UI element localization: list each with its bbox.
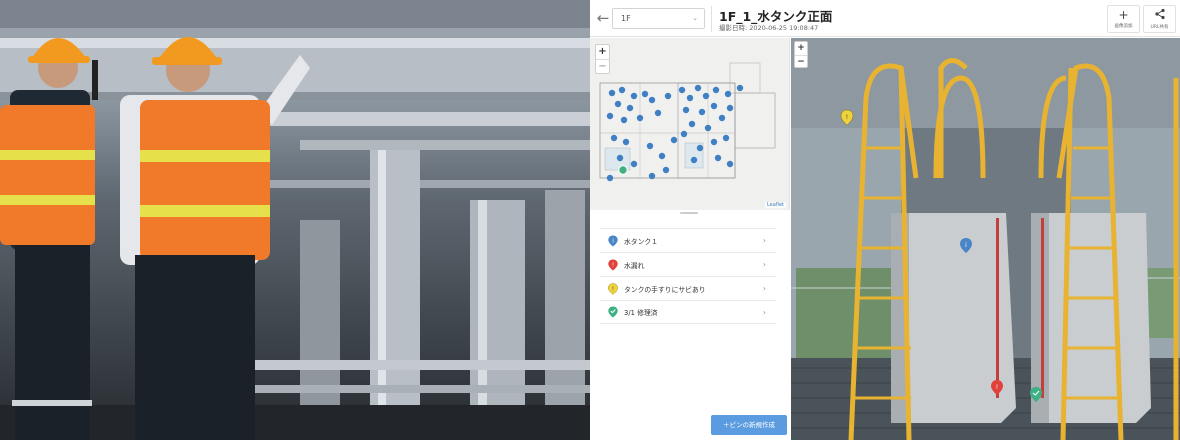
map-pin-marker[interactable] xyxy=(698,108,706,116)
map-pin-marker[interactable] xyxy=(680,130,688,138)
add-image-label: 画像追加 xyxy=(1114,24,1133,29)
map-pin-marker[interactable] xyxy=(630,92,638,100)
share-url-label: URL共有 xyxy=(1150,25,1169,30)
map-pin-marker[interactable] xyxy=(664,92,672,100)
panorama-zoom-control: + − xyxy=(794,41,808,68)
map-pin-marker[interactable] xyxy=(724,90,732,98)
map-pin-marker[interactable] xyxy=(646,142,654,150)
panorama-viewer[interactable]: ! i ! + − xyxy=(791,38,1180,440)
map-pin-marker[interactable] xyxy=(626,104,634,112)
map-pin-marker[interactable] xyxy=(710,102,718,110)
add-image-button[interactable]: + 画像追加 xyxy=(1107,5,1140,33)
chevron-right-icon: › xyxy=(762,307,766,317)
alert-pin-icon: ! xyxy=(608,259,618,270)
industrial-plant-illustration xyxy=(0,0,590,440)
floor-plan-drawing xyxy=(599,62,776,182)
map-pin-marker[interactable] xyxy=(614,100,622,108)
pano-zoom-out-button[interactable]: − xyxy=(795,54,807,68)
plus-icon: + xyxy=(1118,8,1129,22)
capture-datetime: 撮影日時: 2020-06-25 19:08:47 xyxy=(719,24,819,32)
map-pin-marker[interactable] xyxy=(630,160,638,168)
info-pin-icon: i xyxy=(608,235,618,246)
map-pin-marker[interactable] xyxy=(636,114,644,122)
map-pin-marker[interactable] xyxy=(606,174,614,182)
map-pin-marker[interactable] xyxy=(696,144,704,152)
pin-item-water-leak[interactable]: ! 水漏れ › xyxy=(600,252,776,276)
map-pin-marker[interactable] xyxy=(658,152,666,160)
map-pin-marker[interactable] xyxy=(678,86,686,94)
share-icon xyxy=(1144,8,1175,24)
map-pin-marker[interactable] xyxy=(710,138,718,146)
water-tank-panorama: ! i ! xyxy=(791,38,1180,440)
map-pin-marker[interactable] xyxy=(641,90,649,98)
map-attribution[interactable]: Leaflet xyxy=(764,202,786,208)
zoom-out-button[interactable]: − xyxy=(596,59,609,73)
hero-photo xyxy=(0,0,590,440)
current-location-marker[interactable] xyxy=(618,165,628,175)
top-bar: ← 1F ⌄ 1F_1_水タンク正面 撮影日時: 2020-06-25 19:0… xyxy=(590,0,1180,37)
map-pin-marker[interactable] xyxy=(608,89,616,97)
map-pin-marker[interactable] xyxy=(690,156,698,164)
map-pin-marker[interactable] xyxy=(682,106,690,114)
pin-label: タンクの手すりにサビあり xyxy=(624,285,706,294)
floor-select[interactable]: 1F ⌄ xyxy=(612,8,705,29)
chevron-right-icon: › xyxy=(762,260,766,269)
viewer-app: ← 1F ⌄ 1F_1_水タンク正面 撮影日時: 2020-06-25 19:0… xyxy=(590,0,1180,440)
map-pin-marker[interactable] xyxy=(726,160,734,168)
floor-select-value: 1F xyxy=(621,14,631,23)
share-url-button[interactable]: URL共有 xyxy=(1143,5,1176,33)
map-pin-marker[interactable] xyxy=(736,84,744,92)
map-pin-marker[interactable] xyxy=(606,112,614,120)
pin-label: 水漏れ xyxy=(624,261,645,270)
svg-text:!: ! xyxy=(846,114,848,121)
map-zoom-control: + − xyxy=(595,44,610,74)
map-pin-marker[interactable] xyxy=(702,92,710,100)
pin-item-rust[interactable]: ! タンクの手すりにサビあり › xyxy=(600,276,776,300)
map-pin-marker[interactable] xyxy=(718,114,726,122)
check-pin-icon xyxy=(608,306,618,318)
map-pin-marker[interactable] xyxy=(688,120,696,128)
map-pin-marker[interactable] xyxy=(712,86,720,94)
map-pin-marker[interactable] xyxy=(622,138,630,146)
pin-item-water-tank[interactable]: i 水タンク１ › xyxy=(600,228,776,252)
pano-zoom-in-button[interactable]: + xyxy=(795,42,807,55)
map-pin-marker[interactable] xyxy=(726,104,734,112)
chevron-right-icon: › xyxy=(762,284,766,293)
map-pin-marker[interactable] xyxy=(618,86,626,94)
map-pin-marker[interactable] xyxy=(714,154,722,162)
zoom-in-button[interactable]: + xyxy=(596,45,609,59)
pin-list: i 水タンク１ › ! 水漏れ › ! タンクの手すりにサビあり › 3/1 修… xyxy=(600,228,776,324)
map-pin-marker[interactable] xyxy=(648,96,656,104)
map-pin-marker[interactable] xyxy=(670,136,678,144)
resize-handle[interactable] xyxy=(680,212,698,214)
svg-text:!: ! xyxy=(996,384,998,391)
svg-text:!: ! xyxy=(612,286,614,292)
map-pin-marker[interactable] xyxy=(610,134,618,142)
map-pin-marker[interactable] xyxy=(694,84,702,92)
map-pin-marker[interactable] xyxy=(620,116,628,124)
back-arrow-icon[interactable]: ← xyxy=(594,9,612,27)
svg-text:!: ! xyxy=(612,262,614,268)
pin-item-repaired[interactable]: 3/1 修理済 › xyxy=(600,300,776,324)
map-pin-marker[interactable] xyxy=(722,134,730,142)
map-pin-marker[interactable] xyxy=(648,172,656,180)
warning-pin-icon: ! xyxy=(608,282,618,295)
map-pin-marker[interactable] xyxy=(654,109,662,117)
divider xyxy=(711,6,712,32)
map-pin-marker[interactable] xyxy=(704,124,712,132)
map-pin-marker[interactable] xyxy=(662,166,670,174)
pin-label: 3/1 修理済 xyxy=(624,309,658,317)
floor-plan-map[interactable]: + − Leaflet xyxy=(590,38,790,210)
pin-label: 水タンク１ xyxy=(624,237,658,246)
map-pin-marker[interactable] xyxy=(686,94,694,102)
chevron-right-icon: › xyxy=(762,236,766,245)
create-pin-button[interactable]: ＋ピンの新規作成 xyxy=(711,415,787,435)
map-pin-marker[interactable] xyxy=(616,154,624,162)
chevron-down-icon: ⌄ xyxy=(692,14,698,22)
